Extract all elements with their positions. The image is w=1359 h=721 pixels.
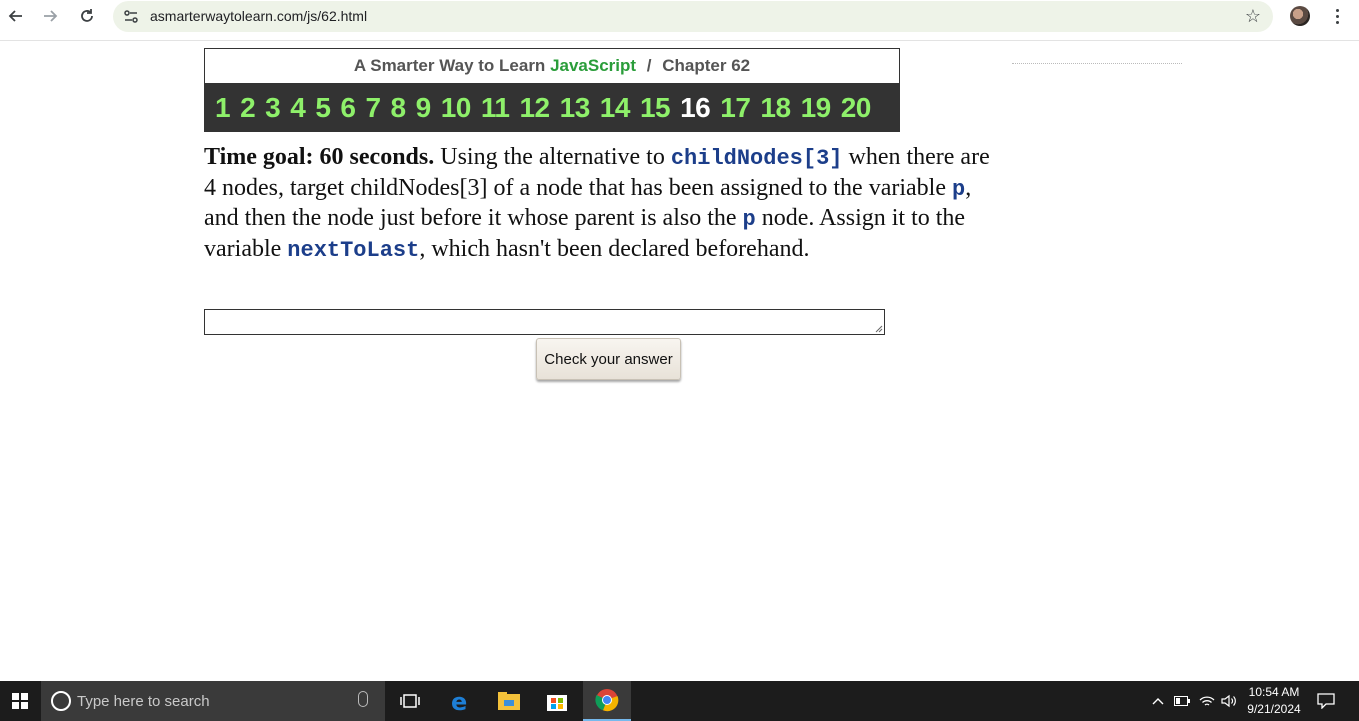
code-snippet: nextToLast (287, 237, 420, 263)
chapter-link-4[interactable]: 4 (290, 92, 306, 124)
header-brand: JavaScript (550, 56, 637, 75)
chapter-link-9[interactable]: 9 (416, 92, 432, 124)
reload-icon[interactable] (75, 4, 99, 28)
browser-menu-icon[interactable] (1328, 4, 1346, 28)
task-view-icon[interactable] (386, 681, 434, 721)
chapter-link-12[interactable]: 12 (519, 92, 550, 124)
time-goal: Time goal: 60 seconds. (204, 144, 435, 170)
chrome-icon[interactable] (583, 681, 631, 721)
profile-avatar[interactable] (1290, 6, 1310, 26)
header-prefix: A Smarter Way to Learn (353, 56, 546, 75)
decorative-dots (1012, 63, 1182, 68)
battery-icon[interactable] (1172, 681, 1192, 721)
browser-toolbar: asmarterwaytolearn.com/js/62.html ☆ (0, 0, 1359, 41)
search-placeholder: Type here to search (77, 693, 210, 710)
chapter-nav: 1 2 3 4 5 6 7 8 9 10 11 12 13 14 15 16 17 18 19 20 (204, 83, 900, 132)
header-chapter: Chapter 62 (662, 56, 751, 75)
cortana-icon (51, 691, 71, 711)
chapter-link-17[interactable]: 17 (720, 92, 751, 124)
wifi-icon[interactable] (1196, 681, 1218, 721)
forward-arrow-icon[interactable] (38, 4, 62, 28)
chapter-link-1[interactable]: 1 (215, 92, 231, 124)
chapter-link-13[interactable]: 13 (560, 92, 591, 124)
chapter-link-20[interactable]: 20 (841, 92, 872, 124)
chapter-link-2[interactable]: 2 (240, 92, 256, 124)
svg-text:e: e (451, 689, 467, 713)
chapter-link-16[interactable]: 16 (680, 92, 711, 124)
windows-start-icon[interactable] (0, 681, 40, 721)
code-snippet: p (742, 207, 756, 232)
chapter-link-3[interactable]: 3 (265, 92, 281, 124)
address-bar[interactable]: asmarterwaytolearn.com/js/62.html ☆ (113, 1, 1273, 32)
volume-icon[interactable] (1218, 681, 1240, 721)
edge-icon[interactable]: e (436, 681, 484, 721)
notification-icon[interactable] (1314, 681, 1338, 721)
chevron-up-icon[interactable] (1148, 681, 1168, 721)
chapter-link-11[interactable]: 11 (481, 92, 510, 124)
microphone-icon[interactable] (358, 691, 368, 707)
chapter-link-14[interactable]: 14 (600, 92, 631, 124)
system-clock[interactable]: 10:54 AM 9/21/2024 (1240, 684, 1308, 718)
code-snippet: childNodes[3] (670, 146, 843, 171)
windows-taskbar: Type here to search e 10:54 AM 9/21/2024 (0, 681, 1359, 721)
chapter-link-7[interactable]: 7 (365, 92, 381, 124)
header-separator: / (646, 56, 652, 75)
chapter-link-5[interactable]: 5 (315, 92, 331, 124)
answer-textarea[interactable] (204, 309, 885, 335)
taskbar-search[interactable]: Type here to search (41, 681, 385, 721)
question-text: Time goal: 60 seconds. Using the alterna… (204, 143, 1004, 265)
chapter-link-6[interactable]: 6 (340, 92, 356, 124)
site-info-icon[interactable] (122, 8, 140, 26)
question-part: Using the alternative to (434, 144, 671, 170)
bookmark-star-icon[interactable]: ☆ (1245, 6, 1261, 27)
question-part: , which hasn't been declared beforehand. (419, 235, 810, 262)
chapter-link-15[interactable]: 15 (640, 92, 671, 124)
clock-date: 9/21/2024 (1247, 702, 1301, 716)
file-explorer-icon[interactable] (485, 681, 533, 721)
page-header: A Smarter Way to Learn JavaScript / Chap… (204, 48, 900, 83)
resize-grip-icon[interactable] (875, 325, 883, 333)
chapter-link-19[interactable]: 19 (801, 92, 832, 124)
url-text[interactable]: asmarterwaytolearn.com/js/62.html (150, 8, 367, 24)
code-snippet: p (952, 176, 966, 202)
chapter-link-8[interactable]: 8 (391, 92, 407, 124)
store-icon[interactable] (533, 681, 581, 721)
check-answer-button[interactable]: Check your answer (536, 338, 681, 380)
back-arrow-icon[interactable] (4, 4, 28, 28)
chapter-link-18[interactable]: 18 (760, 92, 791, 124)
clock-time: 10:54 AM (1248, 685, 1300, 699)
chapter-link-10[interactable]: 10 (441, 92, 472, 124)
